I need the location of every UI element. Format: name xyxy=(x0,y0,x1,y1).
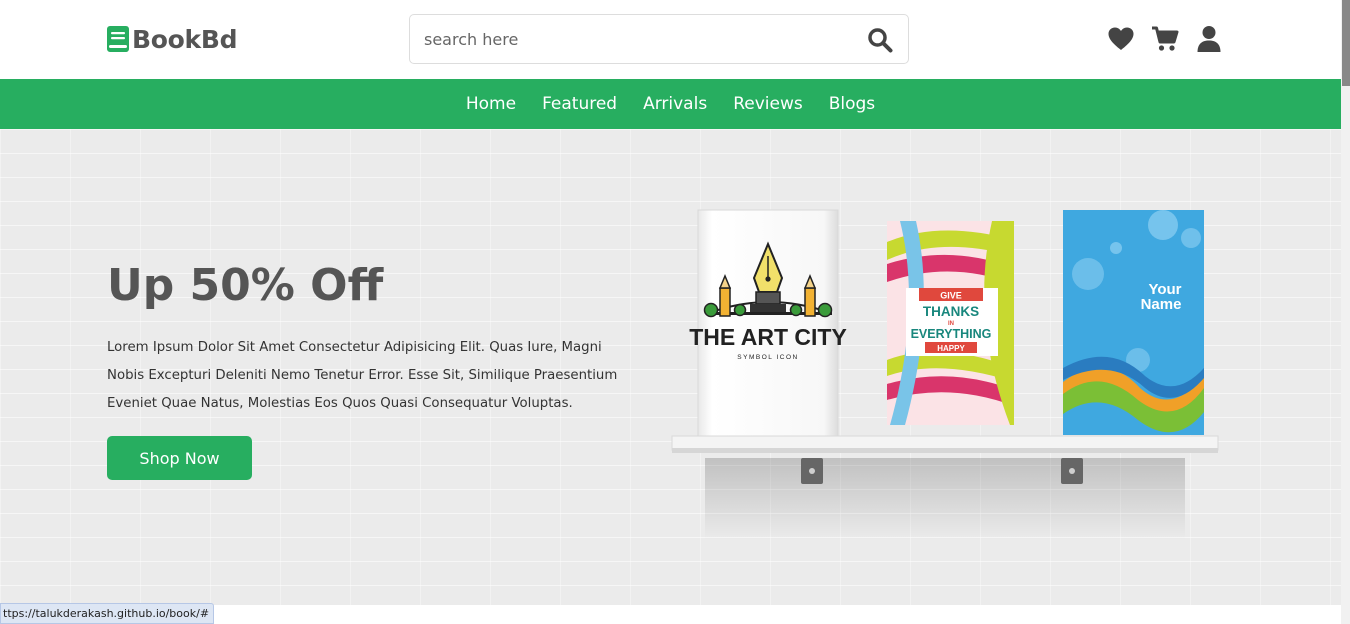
shelf-shadow xyxy=(705,458,1185,540)
book-cover-your-name: Your Name xyxy=(1063,210,1204,435)
book-1-subtitle: SYMBOL ICON xyxy=(737,354,798,361)
book-cover-art-city: THE ART CITY SYMBOL ICON xyxy=(689,209,847,437)
book-2-line5: HAPPY xyxy=(937,344,965,353)
book-2-line2: THANKS xyxy=(923,304,979,319)
nav-link-blogs[interactable]: Blogs xyxy=(829,94,875,114)
search-form xyxy=(409,14,909,64)
header-icons xyxy=(1107,25,1223,53)
heart-icon[interactable] xyxy=(1107,25,1135,53)
book-1-title: THE ART CITY xyxy=(689,324,847,350)
nav-link-reviews[interactable]: Reviews xyxy=(733,94,803,114)
hero-description: Lorem Ipsum Dolor Sit Amet Consectetur A… xyxy=(107,340,618,411)
hero-section: Up 50% Off Lorem Ipsum Dolor Sit Amet Co… xyxy=(0,129,1341,605)
page-scrollbar[interactable] xyxy=(1341,0,1350,624)
search-input[interactable] xyxy=(422,15,852,63)
nav-link-featured[interactable]: Featured xyxy=(542,94,617,114)
shelf-board xyxy=(671,435,1219,451)
hero-title: Up 50% Off xyxy=(107,260,384,311)
cart-icon[interactable] xyxy=(1151,25,1179,53)
shelf-edge xyxy=(672,448,1218,453)
shelf-bracket-left xyxy=(801,458,823,484)
main-nav: Home Featured Arrivals Reviews Blogs xyxy=(0,79,1341,129)
brand-name: BookBd xyxy=(132,24,238,54)
book-icon xyxy=(107,26,129,52)
shelf-bracket-right xyxy=(1061,458,1083,484)
book-2-line4: EVERYTHING xyxy=(911,327,992,341)
link-status-bar: ttps://talukderakash.github.io/book/# xyxy=(0,603,215,624)
user-icon[interactable] xyxy=(1195,25,1223,53)
shop-now-button[interactable]: Shop Now xyxy=(107,436,252,480)
search-icon[interactable] xyxy=(867,27,893,53)
scrollbar-thumb[interactable] xyxy=(1342,0,1350,86)
nav-link-arrivals[interactable]: Arrivals xyxy=(643,94,707,114)
bookshelf-illustration: THE ART CITY SYMBOL ICON GIVE THANKS IN … xyxy=(671,209,1219,540)
nav-link-home[interactable]: Home xyxy=(466,94,516,114)
book-3-line2: Name xyxy=(1141,296,1182,313)
logo[interactable]: BookBd xyxy=(107,24,237,54)
header: BookBd xyxy=(0,0,1341,79)
book-cover-give-thanks: GIVE THANKS IN EVERYTHING HAPPY xyxy=(887,221,1014,425)
book-2-line1: GIVE xyxy=(940,291,962,301)
